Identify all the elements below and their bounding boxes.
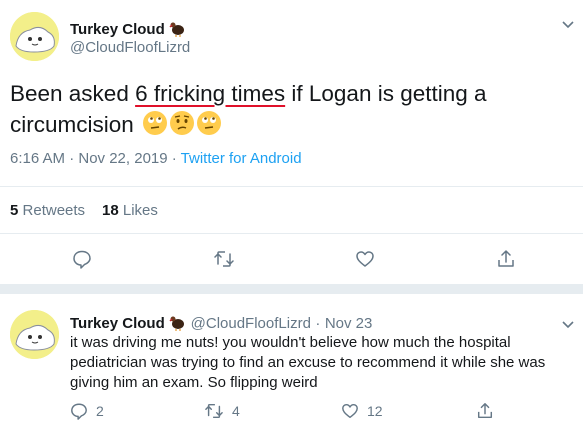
retweets-stat[interactable]: 5 Retweets [10, 202, 85, 219]
avatar[interactable] [10, 12, 59, 61]
author-name-text[interactable]: Turkey Cloud [70, 21, 165, 38]
divider [0, 233, 583, 234]
reply-retweets-count: 4 [232, 403, 240, 419]
thread-separator [0, 284, 583, 294]
author-handle[interactable]: @CloudFloofLizrd [70, 39, 190, 56]
tweet-meta: 6:16 AM · Nov 22, 2019 · Twitter for And… [10, 150, 302, 167]
tweet-source-link[interactable]: Twitter for Android [181, 150, 302, 167]
likes-label: Likes [122, 202, 158, 219]
retweet-button[interactable] [213, 249, 235, 269]
share-icon [477, 403, 493, 419]
reply-replies-count: 2 [96, 403, 104, 419]
share-icon [498, 250, 514, 267]
reply-share-button[interactable] [476, 402, 494, 420]
reply-date[interactable]: Nov 23 [325, 315, 373, 332]
reply-separator: · [315, 315, 321, 332]
heart-icon [342, 403, 358, 419]
chevron-down-icon[interactable] [562, 18, 574, 32]
meta-separator: · [167, 150, 181, 167]
likes-stat[interactable]: 18 Likes [102, 202, 158, 219]
rolling-eyes-emoji-icon [143, 111, 168, 135]
share-button[interactable] [496, 249, 516, 269]
reply-reply-button[interactable]: 2 [70, 402, 104, 420]
retweets-label: Retweets [22, 202, 86, 219]
tweet-text-part: Been asked [10, 81, 136, 106]
tweet-text-underlined: 6 fricking times [135, 81, 286, 106]
like-button[interactable] [355, 249, 375, 269]
retweets-count: 5 [10, 202, 19, 219]
tweet-timestamp[interactable]: 6:16 AM · Nov 22, 2019 [10, 150, 168, 167]
reply-author-name[interactable]: Turkey Cloud [70, 315, 165, 332]
confused-emoji-icon [170, 111, 195, 135]
reply-chevron-down-icon[interactable] [562, 318, 574, 332]
reply-button[interactable] [72, 249, 92, 269]
divider [0, 186, 583, 187]
reply-like-button[interactable]: 12 [341, 402, 383, 420]
author-name[interactable]: Turkey Cloud [70, 20, 186, 41]
reply-icon [73, 250, 91, 269]
reply-icon [71, 403, 87, 420]
tweet-text: Been asked 6 fricking times if Logan is … [10, 78, 570, 140]
reply-author-handle[interactable]: @CloudFloofLizrd [191, 315, 311, 332]
retweet-icon [214, 251, 234, 267]
reply-retweet-button[interactable]: 4 [204, 402, 240, 420]
retweet-icon [205, 403, 223, 419]
reply-text: it was driving me nuts! you wouldn't bel… [70, 334, 546, 391]
reply-likes-count: 12 [367, 403, 383, 419]
reply-avatar[interactable] [10, 310, 59, 359]
likes-count: 18 [102, 202, 119, 219]
rolling-eyes-emoji-icon [197, 111, 222, 135]
turkey-emoji-icon [169, 20, 186, 41]
heart-icon [356, 251, 374, 267]
